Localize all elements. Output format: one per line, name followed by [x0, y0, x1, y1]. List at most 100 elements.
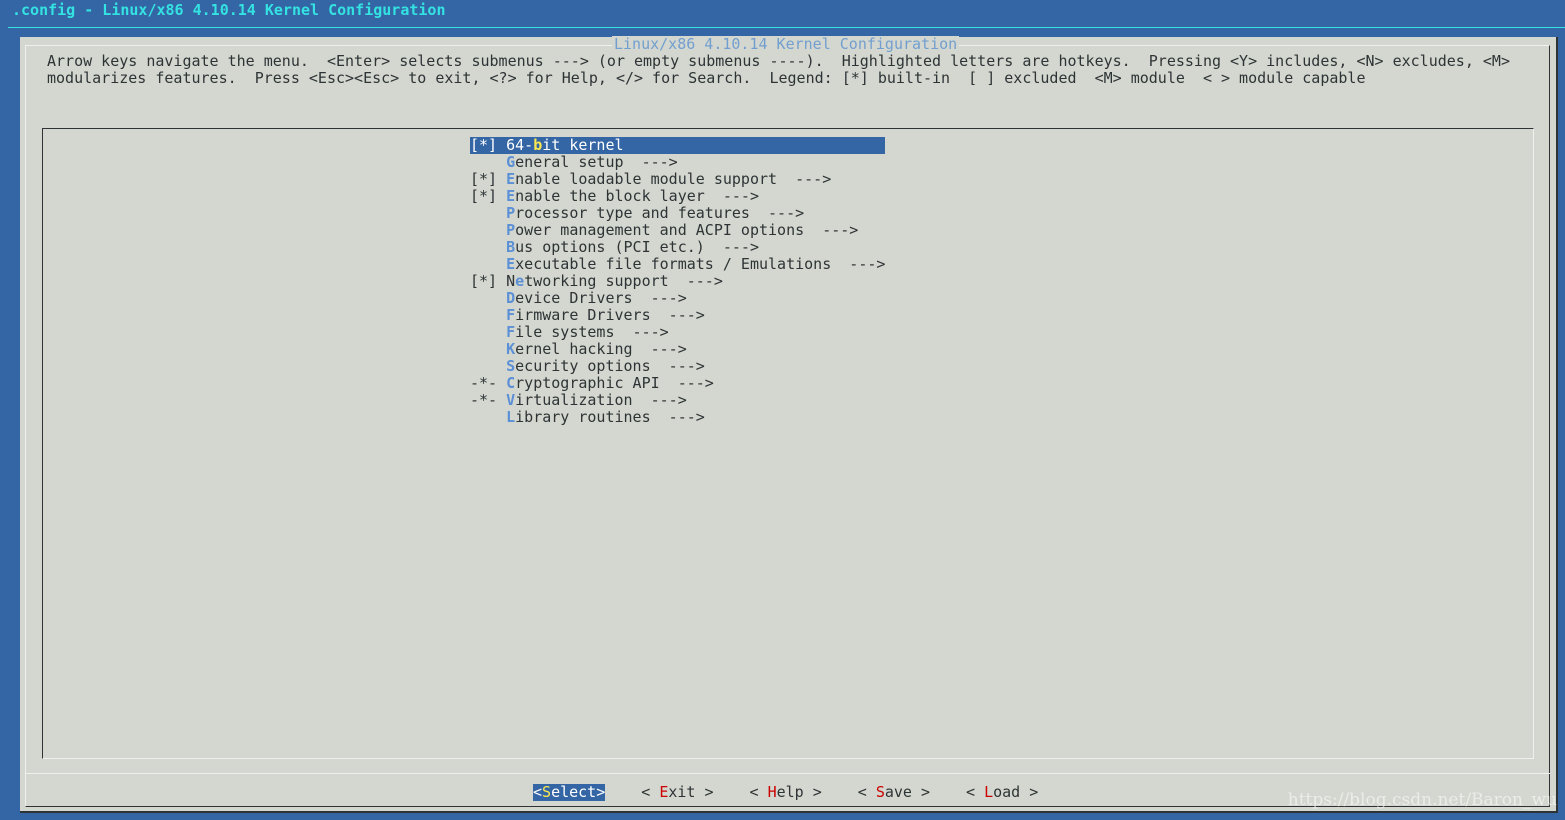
menu-item-label: nable the block layer --->	[515, 187, 759, 205]
menu-item-label: ower management and ACPI options --->	[515, 221, 859, 239]
button-label: elp >	[776, 783, 822, 801]
menu-item[interactable]: Kernel hacking --->	[470, 341, 885, 358]
hotkey-letter: E	[659, 783, 669, 801]
menu-item-label: us options (PCI etc.) --->	[515, 238, 759, 256]
menu-item[interactable]: -*- Cryptographic API --->	[470, 375, 885, 392]
menu-item-label: 64-	[506, 136, 534, 154]
menu-item-prefix: -*-	[470, 391, 507, 409]
menu-item-label: ecurity options --->	[515, 357, 705, 375]
hotkey-letter: D	[506, 289, 516, 307]
menu-item-label: xecutable file formats / Emulations --->	[515, 255, 886, 273]
dialog-title: Linux/x86 4.10.14 Kernel Configuration	[612, 35, 960, 53]
menu-item-prefix	[470, 340, 506, 358]
menu-item-prefix	[470, 357, 506, 375]
hotkey-letter: C	[506, 374, 516, 392]
menu-item[interactable]: Library routines --->	[470, 409, 885, 426]
menu-item-prefix: [*]	[470, 136, 507, 154]
menu-item-label: it kernel	[542, 136, 624, 154]
menu-item[interactable]: -*- Virtualization --->	[470, 392, 885, 409]
button-select[interactable]: <Select>	[533, 783, 606, 801]
menu-item-label: tworking support --->	[524, 272, 723, 290]
menu-item-label: N	[506, 272, 516, 290]
menu-item-prefix	[470, 306, 506, 324]
hotkey-letter: L	[506, 408, 516, 426]
help-text-line: modularizes features. Press <Esc><Esc> t…	[47, 69, 1366, 87]
hotkey-letter: F	[506, 306, 516, 324]
config-dialog: Linux/x86 4.10.14 Kernel Configuration A…	[20, 35, 1558, 813]
button-label: oad >	[993, 783, 1039, 801]
menu-item-label: eneral setup --->	[515, 153, 678, 171]
button-bracket: <	[966, 783, 985, 801]
watermark: https://blog.csdn.net/Baron_wu	[1287, 790, 1557, 810]
button-label: elect>	[551, 783, 606, 801]
hotkey-letter: B	[506, 238, 516, 256]
help-text-line: Arrow keys navigate the menu. <Enter> se…	[47, 52, 1510, 70]
button-save[interactable]: < Save >	[858, 784, 930, 801]
menu-item[interactable]: [*] Enable the block layer --->	[470, 188, 885, 205]
menu-item-label: irmware Drivers --->	[515, 306, 705, 324]
hotkey-letter: K	[506, 340, 516, 358]
hotkey-letter: b	[533, 136, 543, 154]
menu-item-label: ryptographic API --->	[515, 374, 714, 392]
hotkey-letter: E	[506, 255, 516, 273]
title-divider	[8, 27, 1565, 28]
button-bar: <Select> < Exit > < Help > < Save > < Load >	[533, 784, 1074, 801]
button-load[interactable]: < Load >	[966, 784, 1038, 801]
menu-item-prefix	[470, 323, 506, 341]
hotkey-letter: F	[506, 323, 516, 341]
hotkey-letter: P	[506, 204, 516, 222]
button-bracket: <	[533, 783, 543, 801]
menu-item[interactable]: Bus options (PCI etc.) --->	[470, 239, 885, 256]
menu-item-label: ernel hacking --->	[515, 340, 687, 358]
hotkey-letter: H	[767, 783, 777, 801]
menu-item[interactable]: Executable file formats / Emulations ---…	[470, 256, 885, 273]
hotkey-letter: E	[506, 170, 516, 188]
hotkey-letter: S	[506, 357, 516, 375]
menu-item-prefix	[470, 204, 506, 222]
menu-item-prefix: [*]	[470, 272, 507, 290]
menu-item-label: evice Drivers --->	[515, 289, 687, 307]
menu-item-prefix	[470, 221, 506, 239]
hotkey-letter: V	[506, 391, 516, 409]
hotkey-letter: S	[875, 783, 885, 801]
button-bracket: <	[749, 783, 768, 801]
hotkey-letter: e	[515, 272, 525, 290]
menu-item-prefix	[470, 255, 506, 273]
hotkey-letter: G	[506, 153, 516, 171]
hotkey-letter: S	[542, 783, 552, 801]
menu-item-prefix	[470, 238, 506, 256]
menu-item-label: nable loadable module support --->	[515, 170, 832, 188]
button-help[interactable]: < Help >	[750, 784, 822, 801]
button-label: xit >	[668, 783, 714, 801]
menu-item-label: irtualization --->	[515, 391, 687, 409]
menu-item-label: ile systems --->	[515, 323, 669, 341]
menu-item[interactable]: Firmware Drivers --->	[470, 307, 885, 324]
menu-item[interactable]: [*] Networking support --->	[470, 273, 885, 290]
menu-item[interactable]: Security options --->	[470, 358, 885, 375]
menu-item[interactable]: [*] 64-bit kernel	[470, 136, 886, 154]
menu-item[interactable]: General setup --->	[470, 154, 885, 171]
menu-item[interactable]: Processor type and features --->	[470, 205, 885, 222]
button-bracket: <	[641, 783, 660, 801]
button-exit[interactable]: < Exit >	[641, 784, 713, 801]
menu-item-label: rocessor type and features --->	[515, 204, 805, 222]
menu-item-prefix: -*-	[470, 374, 507, 392]
menu-item-prefix	[470, 153, 506, 171]
hotkey-letter: E	[506, 187, 516, 205]
menu-list: [*] 64-bit kernel General setup ---> [*] …	[470, 136, 886, 426]
menu-item-prefix: [*]	[470, 187, 507, 205]
window-title: .config - Linux/x86 4.10.14 Kernel Confi…	[12, 1, 446, 19]
button-bracket: <	[857, 783, 876, 801]
menu-item[interactable]: [*] Enable loadable module support --->	[470, 171, 885, 188]
menu-item[interactable]: File systems --->	[470, 324, 885, 341]
button-separator	[26, 773, 1550, 774]
button-label: ave >	[884, 783, 930, 801]
menu-item-label: ibrary routines --->	[515, 408, 705, 426]
menu-item[interactable]: Power management and ACPI options --->	[470, 222, 885, 239]
menu-item-prefix	[470, 408, 506, 426]
menu-item-prefix	[470, 289, 506, 307]
hotkey-letter: L	[984, 783, 994, 801]
menu-item-prefix: [*]	[470, 170, 507, 188]
menu-item[interactable]: Device Drivers --->	[470, 290, 885, 307]
hotkey-letter: P	[506, 221, 516, 239]
